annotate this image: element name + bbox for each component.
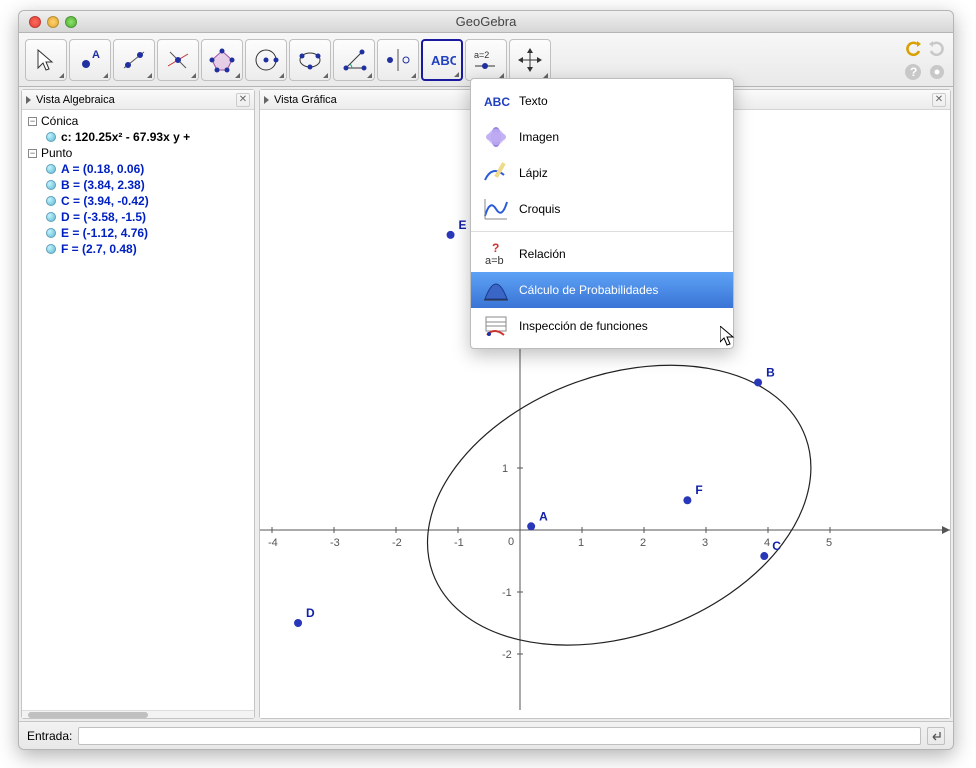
point-tool[interactable]: A [69, 39, 111, 81]
undo-button[interactable] [903, 38, 923, 58]
menu-item-sketch[interactable]: Croquis [471, 191, 733, 227]
tree-item-point-f[interactable]: F = (2.7, 0.48) [28, 242, 248, 256]
move-tool[interactable] [25, 39, 67, 81]
bullet-icon [46, 244, 56, 254]
svg-text:?: ? [492, 241, 499, 255]
pencil-icon [481, 159, 511, 187]
input-field[interactable] [78, 727, 921, 745]
inspect-icon [481, 312, 511, 340]
bullet-icon [46, 228, 56, 238]
cursor-icon [720, 326, 738, 348]
tree-item-point-b[interactable]: B = (3.84, 2.38) [28, 178, 248, 192]
category-conic[interactable]: −Cónica [28, 114, 248, 128]
collapse-icon[interactable] [26, 96, 31, 104]
move-view-tool[interactable] [509, 39, 551, 81]
menu-item-image[interactable]: Imagen [471, 119, 733, 155]
titlebar: GeoGebra [19, 11, 953, 33]
conic-tool[interactable] [289, 39, 331, 81]
tree-item-point-e[interactable]: E = (-1.12, 4.76) [28, 226, 248, 240]
reflect-tool[interactable] [377, 39, 419, 81]
text-icon: ABC [481, 87, 511, 115]
svg-text:E: E [459, 218, 467, 232]
svg-text:0: 0 [508, 536, 514, 548]
horizontal-scrollbar[interactable] [22, 710, 254, 718]
svg-text:a=2: a=2 [474, 50, 489, 60]
close-graphics-button[interactable]: ✕ [932, 93, 946, 107]
svg-text:A: A [539, 509, 548, 523]
svg-text:C: C [772, 539, 781, 553]
input-submit-button[interactable] [927, 727, 945, 745]
text-tool[interactable]: ABC [421, 39, 463, 81]
line-tool[interactable] [113, 39, 155, 81]
bullet-icon [46, 212, 56, 222]
svg-text:-1: -1 [454, 537, 464, 549]
graphics-title: Vista Gráfica [274, 94, 337, 106]
svg-text:ABC: ABC [484, 95, 510, 109]
angle-tool[interactable] [333, 39, 375, 81]
svg-text:B: B [766, 365, 775, 379]
svg-text:a=b: a=b [485, 255, 504, 267]
probability-icon [481, 276, 511, 304]
svg-text:A: A [92, 49, 100, 61]
tree-item-point-c[interactable]: C = (3.94, -0.42) [28, 194, 248, 208]
perpendicular-tool[interactable] [157, 39, 199, 81]
svg-text:-1: -1 [502, 587, 512, 599]
bullet-icon [46, 132, 56, 142]
redo-button[interactable] [927, 38, 947, 58]
sketch-icon [481, 195, 511, 223]
menu-item-pencil[interactable]: Lápiz [471, 155, 733, 191]
svg-text:1: 1 [578, 537, 584, 549]
window-title: GeoGebra [19, 14, 953, 29]
menu-separator [471, 231, 733, 232]
slider-tool[interactable]: a=2 [465, 39, 507, 81]
input-label: Entrada: [27, 729, 72, 743]
polygon-tool[interactable] [201, 39, 243, 81]
svg-text:5: 5 [826, 537, 832, 549]
svg-text:F: F [695, 483, 702, 497]
svg-text:-2: -2 [502, 649, 512, 661]
algebra-panel: Vista Algebraica ✕ −Cónica c: 120.25x² -… [21, 89, 255, 719]
svg-text:2: 2 [640, 537, 646, 549]
menu-item-inspect[interactable]: Inspección de funciones [471, 308, 733, 344]
svg-text:-4: -4 [268, 537, 278, 549]
menu-item-relation[interactable]: ?a=b Relación [471, 236, 733, 272]
menu-item-text[interactable]: ABC Texto [471, 83, 733, 119]
tree-item-point-d[interactable]: D = (-3.58, -1.5) [28, 210, 248, 224]
svg-text:D: D [306, 606, 315, 620]
svg-text:ABC: ABC [431, 53, 456, 68]
svg-text:1: 1 [502, 463, 508, 475]
bullet-icon [46, 180, 56, 190]
circle-tool[interactable] [245, 39, 287, 81]
text-tool-submenu: ABC Texto Imagen Lápiz Croquis ?a=b Rela… [470, 78, 734, 349]
svg-text:?: ? [910, 65, 917, 79]
category-point[interactable]: −Punto [28, 146, 248, 160]
svg-text:4: 4 [764, 537, 770, 549]
svg-text:-2: -2 [392, 537, 402, 549]
input-bar: Entrada: [19, 721, 953, 749]
tree-item-point-a[interactable]: A = (0.18, 0.06) [28, 162, 248, 176]
relation-icon: ?a=b [481, 240, 511, 268]
svg-text:3: 3 [702, 537, 708, 549]
settings-button[interactable] [927, 62, 947, 82]
bullet-icon [46, 196, 56, 206]
tree-item-conic[interactable]: c: 120.25x² - 67.93x y + [28, 130, 248, 144]
algebra-header: Vista Algebraica ✕ [22, 90, 254, 110]
algebra-title: Vista Algebraica [36, 94, 115, 106]
image-icon [481, 123, 511, 151]
algebra-tree: −Cónica c: 120.25x² - 67.93x y + −Punto … [22, 110, 254, 710]
svg-text:-3: -3 [330, 537, 340, 549]
bullet-icon [46, 164, 56, 174]
menu-item-probability[interactable]: Cálculo de Probabilidades [471, 272, 733, 308]
help-button[interactable]: ? [903, 62, 923, 82]
close-algebra-button[interactable]: ✕ [236, 93, 250, 107]
collapse-icon[interactable] [264, 96, 269, 104]
